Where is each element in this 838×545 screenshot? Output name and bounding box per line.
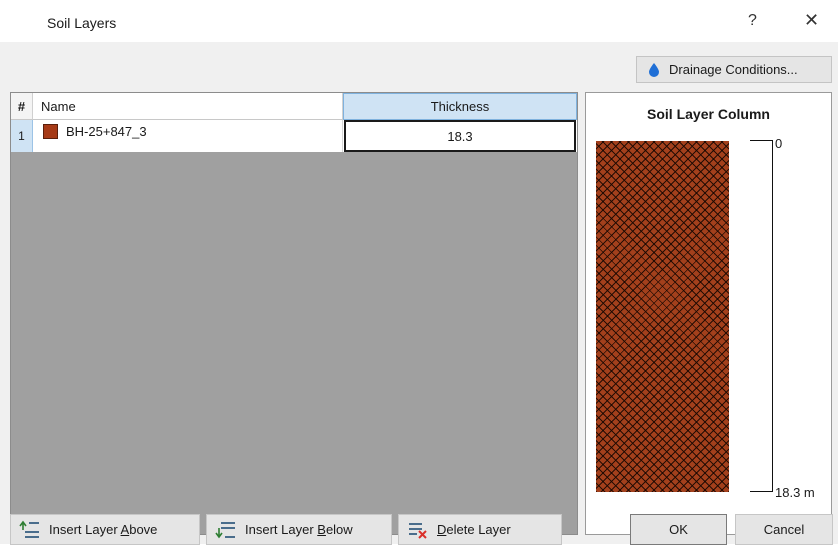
delete-layer-button[interactable]: Delete Layer [398,514,562,545]
depth-label-bottom: 18.3 m [775,485,815,500]
insert-above-icon [19,520,41,540]
insert-layer-below-button[interactable]: Insert Layer Below [206,514,392,545]
water-drop-icon [643,62,665,77]
depth-tick-top [750,140,773,141]
column-header-thickness[interactable]: Thickness [343,93,577,120]
title-bar: Soil Layers ? ✕ [0,0,838,42]
insert-layer-above-button[interactable]: Insert Layer Above [10,514,200,545]
depth-axis [772,140,773,492]
ok-button[interactable]: OK [630,514,727,545]
layer-color-swatch[interactable] [43,124,58,139]
insert-below-icon [215,520,237,540]
insert-layer-above-label: Insert Layer Above [49,522,158,537]
column-header-name[interactable]: Name [33,93,343,120]
delete-layer-label: Delete Layer [437,522,511,537]
cancel-button[interactable]: Cancel [735,514,833,545]
depth-label-top: 0 [775,136,783,151]
row-number[interactable]: 1 [11,120,33,152]
grid-header: # Name Thickness [11,93,577,120]
insert-layer-below-label: Insert Layer Below [245,522,353,537]
soil-layer-block [596,141,729,492]
drainage-conditions-button[interactable]: Drainage Conditions... [636,56,832,83]
layer-name: BH-25+847_3 [66,124,147,139]
table-row[interactable]: 1 BH-25+847_3 18.3 [11,120,577,152]
drainage-conditions-label: Drainage Conditions... [669,62,798,77]
help-button[interactable]: ? [748,12,757,30]
column-header-number[interactable]: # [11,93,33,120]
delete-layer-icon [407,520,429,540]
depth-tick-bottom [750,491,773,492]
window-title: Soil Layers [47,15,117,31]
soil-layers-grid: # Name Thickness 1 BH-25+847_3 18.3 [10,92,578,535]
thickness-cell[interactable]: 18.3 [344,120,576,152]
layer-name-cell[interactable]: BH-25+847_3 [33,120,343,152]
preview-title: Soil Layer Column [647,106,770,122]
soil-layer-column-preview: Soil Layer Column 0 18.3 m [585,92,832,535]
dialog-body: Drainage Conditions... # Name Thickness … [0,42,838,545]
close-button[interactable]: ✕ [804,10,819,31]
